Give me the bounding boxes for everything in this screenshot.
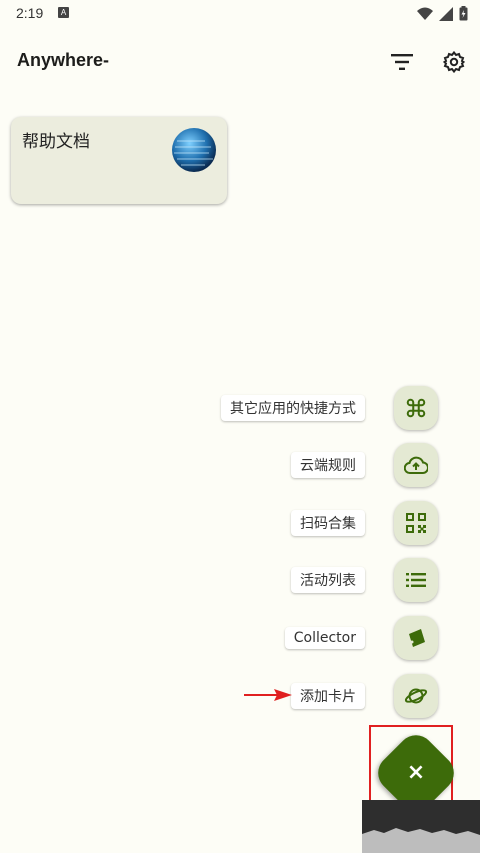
globe-icon — [172, 128, 216, 172]
status-icons — [417, 6, 468, 21]
action-button[interactable] — [394, 501, 438, 545]
action-button[interactable] — [394, 443, 438, 487]
settings-button[interactable] — [440, 48, 468, 76]
collector-icon — [405, 627, 427, 649]
close-icon: × — [406, 760, 426, 785]
action-label[interactable]: 云端规则 — [291, 452, 365, 478]
action-label[interactable]: 扫码合集 — [291, 510, 365, 536]
action-button[interactable] — [394, 674, 438, 718]
notification-icon: A — [58, 7, 69, 18]
preview-thumbnail — [362, 800, 480, 853]
app-bar: Anywhere- — [0, 40, 480, 84]
card-title: 帮助文档 — [22, 132, 90, 152]
list-icon — [406, 572, 426, 588]
action-button[interactable] — [394, 558, 438, 602]
fab-action-command[interactable]: 其它应用的快捷方式 — [221, 386, 438, 430]
status-bar: 2:19 A — [0, 0, 480, 28]
fab-action-collector[interactable]: Collector — [284, 616, 438, 660]
action-button[interactable] — [394, 616, 438, 660]
planet-icon — [404, 685, 428, 707]
status-time: 2:19 — [16, 5, 44, 21]
fab-action-cloud-upload[interactable]: 云端规则 — [291, 443, 438, 487]
fab-action-list[interactable]: 活动列表 — [291, 558, 438, 602]
filter-icon — [391, 54, 413, 70]
red-arrow-annotation — [244, 689, 292, 701]
fab-action-qr-code[interactable]: 扫码合集 — [291, 501, 438, 545]
signal-icon — [439, 6, 453, 21]
action-label[interactable]: 添加卡片 — [291, 683, 365, 709]
app-title: Anywhere- — [17, 50, 110, 70]
action-label[interactable]: 其它应用的快捷方式 — [221, 395, 365, 421]
battery-icon — [459, 6, 468, 21]
action-label[interactable]: Collector — [284, 627, 365, 649]
action-button[interactable] — [394, 386, 438, 430]
qr-code-icon — [406, 513, 426, 533]
action-label[interactable]: 活动列表 — [291, 567, 365, 593]
gear-icon — [442, 50, 466, 74]
help-doc-card[interactable]: 帮助文档 — [11, 117, 227, 204]
fab-action-planet[interactable]: 添加卡片 — [291, 674, 438, 718]
cloud-upload-icon — [404, 455, 428, 475]
wifi-icon — [417, 7, 433, 20]
command-icon — [405, 397, 427, 419]
filter-button[interactable] — [388, 48, 416, 76]
